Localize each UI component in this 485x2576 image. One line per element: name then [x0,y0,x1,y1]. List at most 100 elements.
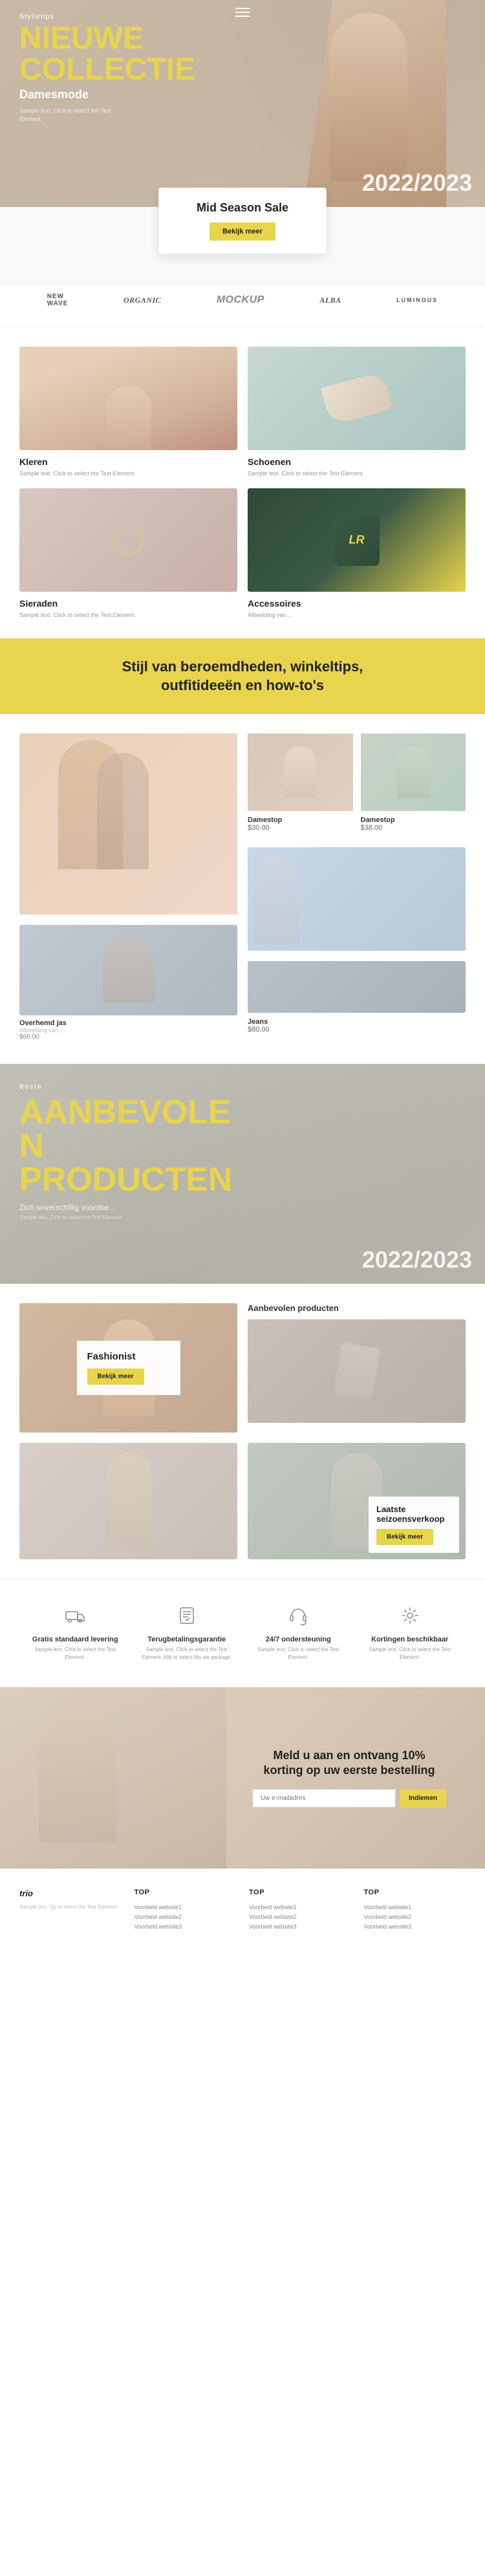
jeans-info: Jeans $80.00 [248,1013,466,1039]
hero2-desc: Zich onverschillig voordoe... [19,1203,149,1212]
feature-delivery-title: Gratis standaard levering [32,1636,118,1643]
featured-season-card: Laatste seizoensverkoop Bekijk meer [248,1443,466,1559]
footer-link-3-1[interactable]: Voorbeld website1 [364,1904,466,1910]
category-schoenen-desc: Sample text. Click to select the Text El… [248,470,466,478]
newsletter-content: Meld u aan en ontvang 10% korting op uw … [252,1748,446,1808]
footer-brand-col: trio Sample text. Up to select the Text … [19,1889,122,1933]
aanbevolen-shape [333,1343,380,1400]
damestop-image-2 [361,733,466,811]
overhemd-card: Overhemd jas Afbeelding van... $60.00 [19,925,237,1044]
jeans-price: $80.00 [248,1026,466,1034]
truck-icon [65,1605,85,1630]
newsletter-input-row: Indiemen [252,1789,446,1808]
newsletter-person-shape [39,1713,116,1843]
headset-icon [288,1605,308,1630]
fashionist-overlay: Fashionist Bekijk meer [77,1341,180,1395]
category-kleren-image [19,347,237,450]
overhemd-name: Overhemd jas [19,1019,237,1027]
category-sieraden[interactable]: Sieraden Sample text. Click to select th… [19,488,237,620]
damestop-image-1 [248,733,353,811]
ring-shape [113,524,145,556]
feature-return-title: Terugbetalingsgarantie [147,1636,226,1643]
featured-bottom-row: Laatste seizoensverkoop Bekijk meer [19,1443,466,1559]
feature-support-desc: Sample text. Click to select the Text El… [248,1646,349,1660]
newsletter-title: Meld u aan en ontvang 10% korting op uw … [252,1748,446,1779]
category-kleren-desc: Sample text. Click to select the Text El… [19,470,237,478]
footer-brand-desc: Sample text. Up to select the Text Eleme… [19,1903,122,1911]
footer-link-2-2[interactable]: Voorbeld website2 [249,1914,351,1920]
damestop-card-1: Damestop $30.00 [248,733,353,837]
brand-new-wave: NEWWAVE [47,293,69,307]
footer-link-1-1[interactable]: Voorbeld website1 [135,1904,237,1910]
bottom-person-card [19,1443,237,1559]
hero2-year: 2022/2023 [362,1246,472,1273]
products-section: Elke dag nieuwe aankomsten Bekijk meer O… [0,714,485,1064]
hero-subtitle-mode: Damesmode [19,88,195,102]
footer-col-2-title: top [249,1889,351,1896]
category-sieraden-desc: Sample text. Click to select the Text El… [19,611,237,620]
sale-card-wrapper: Mid Season Sale Bekijk meer [0,207,485,287]
fashionist-title: Fashionist [87,1351,170,1362]
feature-discounts-title: Kortingen beschikbaar [371,1636,448,1643]
hero2-eyebrow: Beste [19,1083,232,1090]
footer-link-2-3[interactable]: Voorbeld website3 [249,1923,351,1930]
sale-button[interactable]: Bekijk meer [210,222,275,241]
newsletter-email-input[interactable] [252,1789,396,1808]
brand-alba: Alba [319,296,341,305]
footer-link-1-2[interactable]: Voorbeld website2 [135,1914,237,1920]
category-accessoires[interactable]: Accessoires Afbeelding van... [248,488,466,620]
feature-discounts-desc: Sample text. Click to select the Text El… [360,1646,461,1660]
overhemd-info: Overhemd jas Afbeelding van... $60.00 [19,1015,237,1044]
sale-card: Mid Season Sale Bekijk meer [158,188,327,254]
hero-year: 2022/2023 [362,169,472,197]
damestop-info-1: Damestop $30.00 [248,811,353,837]
category-sieraden-name: Sieraden [19,598,237,609]
damestop-info-2: Damestop $38.00 [361,811,466,837]
hero-title-line2: collectie [19,54,195,85]
category-accessoires-name: Accessoires [248,598,466,609]
featured-season-button[interactable]: Bekijk meer [376,1529,433,1545]
category-sieraden-image [19,488,237,592]
person-shape-2 [97,753,149,869]
top2-shape [397,746,429,798]
features-row: Gratis standaard levering Sample text. C… [0,1579,485,1687]
category-schoenen-name: Schoenen [248,457,466,467]
category-schoenen[interactable]: Schoenen Sample text. Click to select th… [248,347,466,478]
season-sale-card: Laatste seizoensverkoop Bekijk meer [248,847,466,951]
footer-col-3-title: top [364,1889,466,1896]
hero2-subdesc: Sample text. Click to select the Text El… [19,1215,232,1220]
kleren-shape [19,347,237,450]
bottom-person-shape [106,1453,151,1550]
hamburger-menu[interactable] [235,8,250,17]
hero-description: Sample text. Click to select the Text El… [19,107,123,123]
damestop-price-2: $38.00 [361,824,466,832]
featured-season-overlay: Laatste seizoensverkoop Bekijk meer [369,1497,459,1553]
newsletter-submit-button[interactable]: Indiemen [400,1789,446,1808]
hero-eyebrow: Stylietips [19,13,195,21]
products-grid: Elke dag nieuwe aankomsten Bekijk meer O… [19,733,466,1044]
brand-mockup: Mockup [217,294,264,306]
footer-link-1-3[interactable]: Voorbeld website3 [135,1923,237,1930]
categories-grid: Kleren Sample text. Click to select the … [19,347,466,619]
footer-link-3-2[interactable]: Voorbeld website2 [364,1914,466,1920]
damestop-name-2: Damestop [361,816,466,824]
aanbevolen-title: Aanbevolen producten [248,1303,466,1313]
season-person-shape [254,854,299,944]
footer-link-3-3[interactable]: Voorbeld website3 [364,1923,466,1930]
footer-link-2-1[interactable]: Voorbeld website1 [249,1904,351,1910]
footer-col-2: top Voorbeld website1 Voorbeld website2 … [249,1889,351,1933]
damestop-name-1: Damestop [248,816,353,824]
feature-support-title: 24/7 ondersteuning [266,1636,331,1643]
category-accessoires-image [248,488,466,592]
feature-support: 24/7 ondersteuning Sample text. Click to… [242,1599,354,1667]
damestop-price-1: $30.00 [248,824,353,832]
aanbevolen-bg-decor [248,1319,466,1423]
hero2-content: Beste Aanbevolenproducten Zich onverschi… [19,1083,232,1220]
categories-section: Kleren Sample text. Click to select the … [0,327,485,638]
category-kleren[interactable]: Kleren Sample text. Click to select the … [19,347,237,478]
brand-organic: ORGANIC [124,296,161,305]
left-column: Elke dag nieuwe aankomsten Bekijk meer O… [19,733,237,1044]
overhemd-label: Afbeelding van... [19,1027,237,1034]
feature-delivery-desc: Sample text. Click to select the Text El… [25,1646,126,1660]
fashionist-button[interactable]: Bekijk meer [87,1369,144,1385]
